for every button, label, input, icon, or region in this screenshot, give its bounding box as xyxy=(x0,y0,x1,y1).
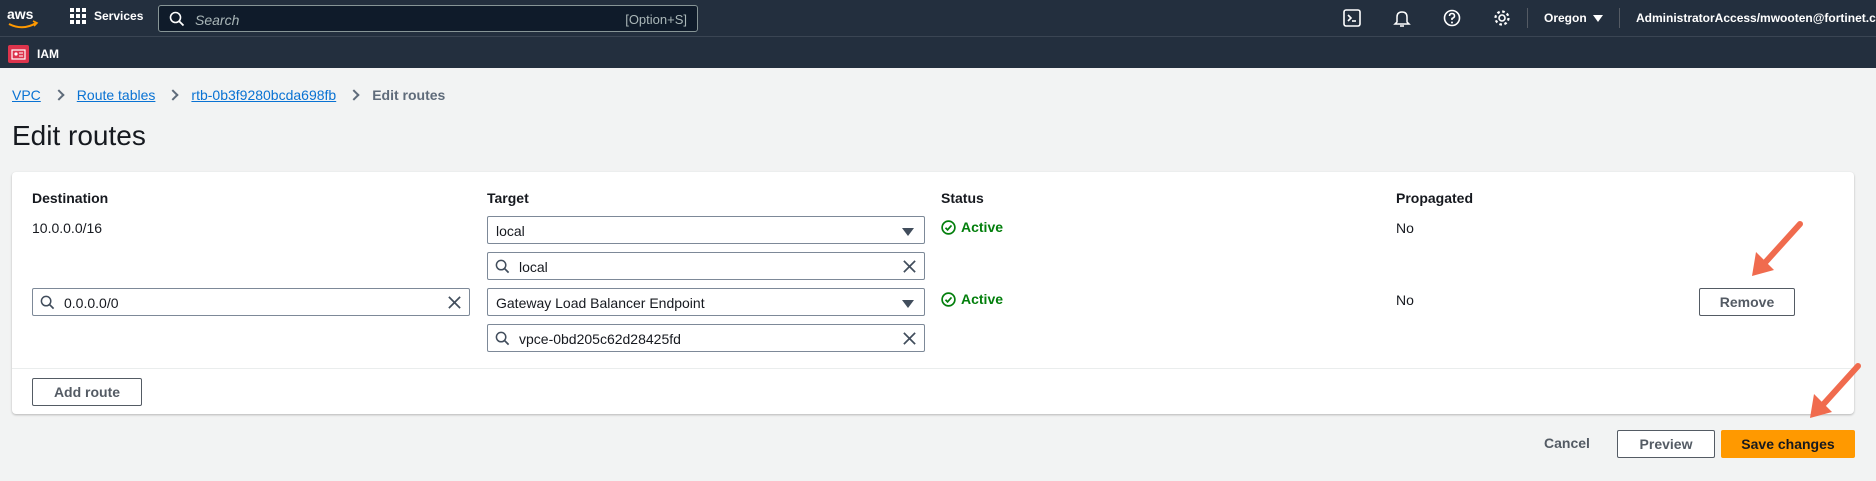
service-favorites-bar: IAM xyxy=(0,36,1876,68)
search-placeholder: Search xyxy=(195,12,240,28)
search-icon xyxy=(40,295,55,310)
breadcrumb-route-tables-link[interactable]: Route tables xyxy=(77,87,156,103)
chevron-right-icon xyxy=(167,89,180,101)
column-header-propagated: Propagated xyxy=(1396,190,1474,206)
divider xyxy=(12,368,1854,369)
add-route-button[interactable]: Add route xyxy=(32,378,142,406)
target-search-input[interactable]: local xyxy=(487,252,925,280)
svg-text:aws: aws xyxy=(7,6,34,22)
status-indicator: Active xyxy=(941,219,1003,235)
aws-logo-icon[interactable]: aws xyxy=(6,5,40,31)
account-menu[interactable]: AdministratorAccess/mwooten@fortinet.co xyxy=(1636,11,1876,25)
target-type-value: local xyxy=(496,223,525,239)
nav-divider xyxy=(1619,8,1620,28)
chevron-right-icon xyxy=(348,89,360,101)
target-type-value: Gateway Load Balancer Endpoint xyxy=(496,295,705,311)
page-title: Edit routes xyxy=(12,120,146,151)
grid-icon xyxy=(70,8,86,24)
iam-shortcut-label[interactable]: IAM xyxy=(37,47,59,61)
target-search-input[interactable]: vpce-0bd205c62d28425fd xyxy=(487,324,925,352)
target-type-select[interactable]: Gateway Load Balancer Endpoint xyxy=(487,288,925,316)
breadcrumb: VPC Route tables rtb-0b3f9280bcda698fb E… xyxy=(12,87,445,103)
region-selector[interactable]: Oregon xyxy=(1544,11,1603,25)
clear-icon[interactable] xyxy=(902,331,917,346)
search-icon xyxy=(169,11,185,27)
cancel-button[interactable]: Cancel xyxy=(1544,435,1590,451)
search-icon xyxy=(495,259,510,274)
annotation-arrow-icon xyxy=(1810,363,1861,418)
target-type-select[interactable]: local xyxy=(487,216,925,244)
column-header-target: Target xyxy=(487,190,529,206)
target-value: local xyxy=(519,259,548,275)
search-input[interactable]: Search [Option+S] xyxy=(158,5,698,32)
propagated-value: No xyxy=(1396,292,1414,308)
settings-gear-icon[interactable] xyxy=(1493,9,1511,27)
check-circle-icon xyxy=(941,291,956,307)
route-destination: 10.0.0.0/16 xyxy=(32,220,103,236)
routes-panel: Destination Target Status Propagated 10.… xyxy=(12,172,1854,414)
breadcrumb-vpc-link[interactable]: VPC xyxy=(12,87,41,103)
column-header-status: Status xyxy=(941,190,984,206)
region-label: Oregon xyxy=(1544,11,1587,25)
destination-input[interactable]: 0.0.0.0/0 xyxy=(32,288,470,316)
remove-route-button[interactable]: Remove xyxy=(1699,288,1795,316)
status-text: Active xyxy=(961,219,1004,235)
destination-value: 0.0.0.0/0 xyxy=(64,295,119,311)
services-label: Services xyxy=(94,9,144,23)
annotation-arrow-icon xyxy=(1752,221,1803,276)
notifications-bell-icon[interactable] xyxy=(1393,9,1411,27)
search-icon xyxy=(495,331,510,346)
chevron-right-icon xyxy=(53,89,65,101)
caret-down-icon xyxy=(902,300,914,308)
clear-icon[interactable] xyxy=(902,259,917,274)
check-circle-icon xyxy=(941,219,956,235)
preview-button[interactable]: Preview xyxy=(1617,430,1715,458)
breadcrumb-route-table-link[interactable]: rtb-0b3f9280bcda698fb xyxy=(191,87,336,103)
caret-down-icon xyxy=(902,228,914,236)
clear-icon[interactable] xyxy=(447,295,462,310)
column-header-destination: Destination xyxy=(32,190,109,206)
target-value: vpce-0bd205c62d28425fd xyxy=(519,331,681,347)
save-changes-button[interactable]: Save changes xyxy=(1721,430,1855,458)
status-indicator: Active xyxy=(941,291,1003,307)
cloudshell-icon[interactable] xyxy=(1343,9,1361,27)
top-navigation-bar: aws Services Search [Option+S] Oregon Ad… xyxy=(0,0,1876,36)
breadcrumb-current: Edit routes xyxy=(372,87,446,103)
search-shortcut: [Option+S] xyxy=(625,12,687,27)
help-icon[interactable] xyxy=(1443,9,1461,27)
services-menu-button[interactable]: Services xyxy=(70,8,143,24)
status-text: Active xyxy=(961,291,1004,307)
nav-divider xyxy=(1527,8,1528,28)
iam-service-icon[interactable] xyxy=(8,45,29,63)
propagated-value: No xyxy=(1396,220,1414,236)
caret-down-icon xyxy=(1592,14,1603,22)
